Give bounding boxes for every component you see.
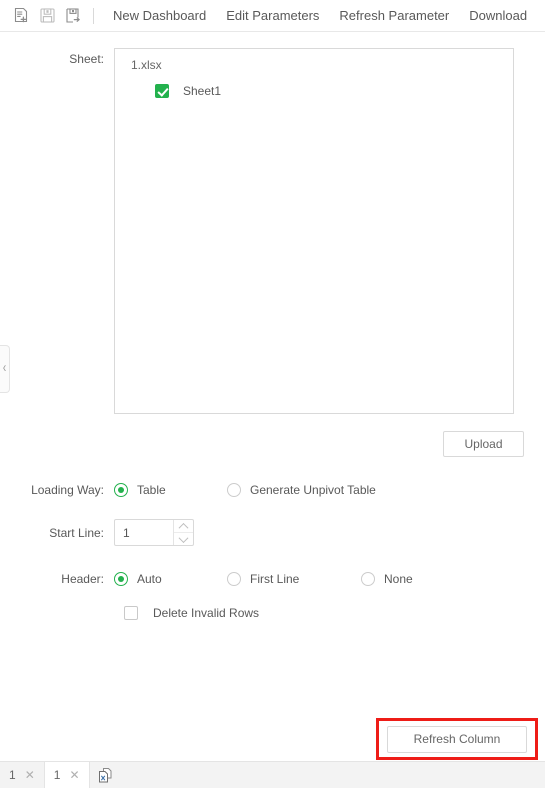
radio-label: Table [137, 483, 166, 497]
menu-item-refresh-parameter[interactable]: Refresh Parameter [329, 0, 459, 31]
tab-label: 1 [53, 768, 61, 782]
new-document-icon[interactable] [8, 3, 34, 29]
upload-button[interactable]: Upload [443, 431, 524, 457]
loading-way-label: Loading Way: [31, 483, 104, 497]
start-line-row: Start Line: 1 [0, 519, 545, 546]
stepper-up-button[interactable] [174, 520, 193, 533]
chevron-left-icon: ‹ [2, 360, 7, 377]
start-line-input[interactable]: 1 [115, 520, 173, 545]
refresh-column-highlight: Refresh Column [376, 718, 538, 760]
dataset-config-panel: Sheet: 1.xlsx Sheet1 Upload Loading Way:… [0, 33, 545, 761]
radio-indicator [114, 572, 128, 586]
radio-label: Auto [137, 572, 162, 586]
radio-header-none[interactable]: None [361, 572, 413, 586]
delete-invalid-rows-label: Delete Invalid Rows [153, 606, 260, 620]
radio-loading-way-unpivot[interactable]: Generate Unpivot Table [227, 483, 376, 497]
toolbar-divider [93, 7, 94, 24]
header-row: Header: Auto First Line None [0, 572, 545, 586]
radio-indicator [227, 572, 241, 586]
radio-header-first-line[interactable]: First Line [227, 572, 361, 586]
radio-indicator [114, 483, 128, 497]
bottom-tab-bar: 1 ✕ 1 ✕ [0, 761, 545, 788]
tab-1[interactable]: 1 ✕ [0, 762, 45, 788]
list-item[interactable]: Sheet1 [155, 84, 503, 98]
stepper-down-button[interactable] [174, 532, 193, 545]
save-as-icon[interactable] [60, 3, 86, 29]
radio-label: None [384, 572, 413, 586]
tab-2[interactable]: 1 ✕ [44, 762, 90, 788]
radio-indicator [227, 483, 241, 497]
radio-header-auto[interactable]: Auto [114, 572, 227, 586]
delete-invalid-rows-row[interactable]: Delete Invalid Rows [124, 606, 545, 620]
top-toolbar: New Dashboard Edit Parameters Refresh Pa… [0, 0, 545, 32]
sheet-list-box[interactable]: 1.xlsx Sheet1 [114, 48, 514, 414]
sheet-label: Sheet: [69, 52, 104, 66]
start-line-stepper[interactable]: 1 [114, 519, 194, 546]
loading-way-row: Loading Way: Table Generate Unpivot Tabl… [0, 483, 545, 497]
menu-item-new-dashboard[interactable]: New Dashboard [103, 0, 216, 31]
menu-item-download[interactable]: Download [459, 0, 537, 31]
excel-file-icon[interactable] [90, 762, 121, 788]
upload-row: Upload [0, 431, 545, 457]
radio-label: Generate Unpivot Table [250, 483, 376, 497]
sheet-row: Sheet: 1.xlsx Sheet1 [0, 48, 545, 414]
sheet1-label: Sheet1 [183, 84, 222, 98]
stepper-arrows [173, 520, 193, 545]
refresh-column-button[interactable]: Refresh Column [387, 725, 527, 753]
sheet1-checkbox[interactable] [155, 84, 169, 98]
close-icon[interactable]: ✕ [69, 769, 79, 781]
file-name-label: 1.xlsx [131, 58, 162, 72]
sidebar-collapse-handle[interactable]: ‹ [0, 345, 10, 393]
header-label: Header: [61, 572, 104, 586]
tab-label: 1 [9, 768, 16, 782]
start-line-label: Start Line: [49, 525, 104, 540]
radio-loading-way-table[interactable]: Table [114, 483, 227, 497]
close-icon[interactable]: ✕ [25, 769, 35, 781]
delete-invalid-rows-checkbox[interactable] [124, 606, 138, 620]
radio-label: First Line [250, 572, 300, 586]
menu-item-edit-parameters[interactable]: Edit Parameters [216, 0, 329, 31]
save-icon[interactable] [34, 3, 60, 29]
radio-indicator [361, 572, 375, 586]
